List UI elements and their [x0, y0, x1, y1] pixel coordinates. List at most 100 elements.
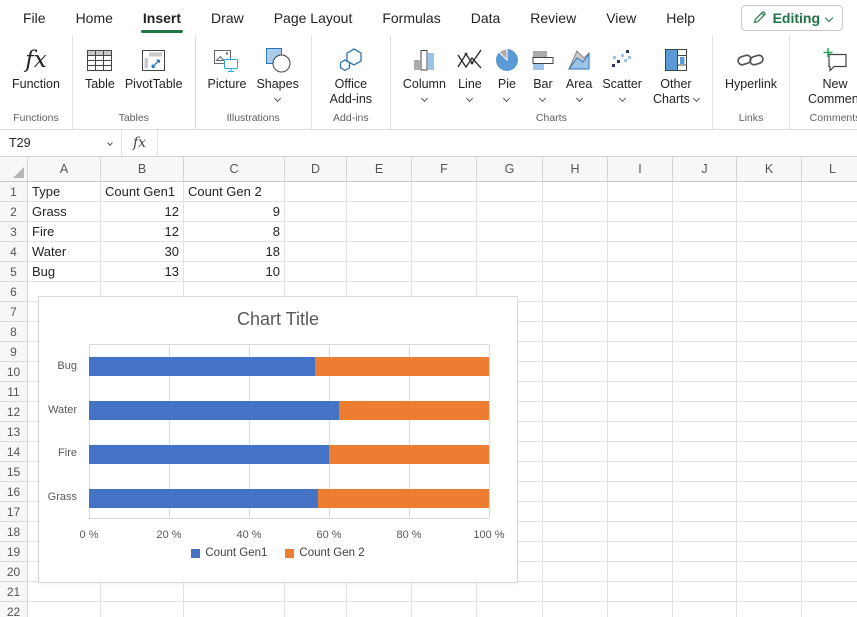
- row-header-9[interactable]: 9: [0, 342, 28, 362]
- cell-H8[interactable]: [543, 322, 608, 342]
- cell-J22[interactable]: [673, 602, 737, 617]
- cell-B21[interactable]: [101, 582, 184, 602]
- cell-L1[interactable]: [802, 182, 857, 202]
- bar-segment-count-gen1[interactable]: [89, 489, 318, 508]
- cell-I6[interactable]: [608, 282, 673, 302]
- line-chart-button[interactable]: Line: [451, 40, 489, 104]
- cell-K1[interactable]: [737, 182, 802, 202]
- cell-H13[interactable]: [543, 422, 608, 442]
- cell-G2[interactable]: [477, 202, 543, 222]
- cell-L20[interactable]: [802, 562, 857, 582]
- cell-D1[interactable]: [285, 182, 347, 202]
- row-header-8[interactable]: 8: [0, 322, 28, 342]
- cell-E22[interactable]: [347, 602, 412, 617]
- cell-B2[interactable]: 12: [101, 202, 184, 222]
- row-header-13[interactable]: 13: [0, 422, 28, 442]
- cell-L21[interactable]: [802, 582, 857, 602]
- bar-segment-count-gen-2[interactable]: [315, 357, 489, 376]
- cell-F4[interactable]: [412, 242, 477, 262]
- cell-K2[interactable]: [737, 202, 802, 222]
- cell-L11[interactable]: [802, 382, 857, 402]
- cell-L13[interactable]: [802, 422, 857, 442]
- embedded-chart[interactable]: Chart Title BugWaterFireGrass 0 %20 %40 …: [38, 296, 518, 583]
- tab-page-layout[interactable]: Page Layout: [259, 0, 368, 35]
- cell-J13[interactable]: [673, 422, 737, 442]
- column-chart-button[interactable]: Column: [398, 40, 451, 104]
- row-header-3[interactable]: 3: [0, 222, 28, 242]
- cell-H5[interactable]: [543, 262, 608, 282]
- column-header-I[interactable]: I: [608, 157, 673, 182]
- cell-K11[interactable]: [737, 382, 802, 402]
- column-header-E[interactable]: E: [347, 157, 412, 182]
- cell-E1[interactable]: [347, 182, 412, 202]
- cell-I16[interactable]: [608, 482, 673, 502]
- cell-F2[interactable]: [412, 202, 477, 222]
- row-header-7[interactable]: 7: [0, 302, 28, 322]
- function-button[interactable]: fx Function: [7, 40, 65, 92]
- cell-K7[interactable]: [737, 302, 802, 322]
- cell-K12[interactable]: [737, 402, 802, 422]
- cell-K10[interactable]: [737, 362, 802, 382]
- cell-J5[interactable]: [673, 262, 737, 282]
- cell-L5[interactable]: [802, 262, 857, 282]
- shapes-button[interactable]: Shapes: [251, 40, 303, 104]
- tab-draw[interactable]: Draw: [196, 0, 259, 35]
- row-header-14[interactable]: 14: [0, 442, 28, 462]
- pivottable-button[interactable]: PivotTable: [120, 40, 188, 92]
- cell-I12[interactable]: [608, 402, 673, 422]
- tab-insert[interactable]: Insert: [128, 0, 196, 35]
- row-header-4[interactable]: 4: [0, 242, 28, 262]
- cell-I15[interactable]: [608, 462, 673, 482]
- cell-I14[interactable]: [608, 442, 673, 462]
- row-header-16[interactable]: 16: [0, 482, 28, 502]
- cell-K8[interactable]: [737, 322, 802, 342]
- cell-K21[interactable]: [737, 582, 802, 602]
- stacked-bar-fire[interactable]: [89, 445, 489, 464]
- cell-I2[interactable]: [608, 202, 673, 222]
- cell-A3[interactable]: Fire: [28, 222, 101, 242]
- cell-G22[interactable]: [477, 602, 543, 617]
- cell-J4[interactable]: [673, 242, 737, 262]
- cell-L12[interactable]: [802, 402, 857, 422]
- cell-J6[interactable]: [673, 282, 737, 302]
- tab-home[interactable]: Home: [61, 0, 128, 35]
- cell-B1[interactable]: Count Gen1: [101, 182, 184, 202]
- cell-D3[interactable]: [285, 222, 347, 242]
- picture-button[interactable]: Picture: [203, 40, 252, 92]
- stacked-bar-bug[interactable]: [89, 357, 489, 376]
- cell-A2[interactable]: Grass: [28, 202, 101, 222]
- cell-H17[interactable]: [543, 502, 608, 522]
- cell-I5[interactable]: [608, 262, 673, 282]
- cell-K14[interactable]: [737, 442, 802, 462]
- cell-F22[interactable]: [412, 602, 477, 617]
- cell-L22[interactable]: [802, 602, 857, 617]
- cell-J10[interactable]: [673, 362, 737, 382]
- cell-H4[interactable]: [543, 242, 608, 262]
- cell-J3[interactable]: [673, 222, 737, 242]
- row-header-1[interactable]: 1: [0, 182, 28, 202]
- cell-H10[interactable]: [543, 362, 608, 382]
- cell-K15[interactable]: [737, 462, 802, 482]
- cell-I9[interactable]: [608, 342, 673, 362]
- cell-H12[interactable]: [543, 402, 608, 422]
- cell-I20[interactable]: [608, 562, 673, 582]
- cell-K20[interactable]: [737, 562, 802, 582]
- cell-H16[interactable]: [543, 482, 608, 502]
- cell-E2[interactable]: [347, 202, 412, 222]
- row-header-18[interactable]: 18: [0, 522, 28, 542]
- cell-E5[interactable]: [347, 262, 412, 282]
- row-header-22[interactable]: 22: [0, 602, 28, 617]
- cell-G21[interactable]: [477, 582, 543, 602]
- bar-segment-count-gen-2[interactable]: [329, 445, 489, 464]
- cell-L15[interactable]: [802, 462, 857, 482]
- cell-J18[interactable]: [673, 522, 737, 542]
- select-all-corner[interactable]: [0, 157, 28, 182]
- bar-segment-count-gen1[interactable]: [89, 401, 339, 420]
- cell-G1[interactable]: [477, 182, 543, 202]
- cell-J12[interactable]: [673, 402, 737, 422]
- cell-K9[interactable]: [737, 342, 802, 362]
- cell-F5[interactable]: [412, 262, 477, 282]
- column-header-B[interactable]: B: [101, 157, 184, 182]
- row-header-5[interactable]: 5: [0, 262, 28, 282]
- cell-B22[interactable]: [101, 602, 184, 617]
